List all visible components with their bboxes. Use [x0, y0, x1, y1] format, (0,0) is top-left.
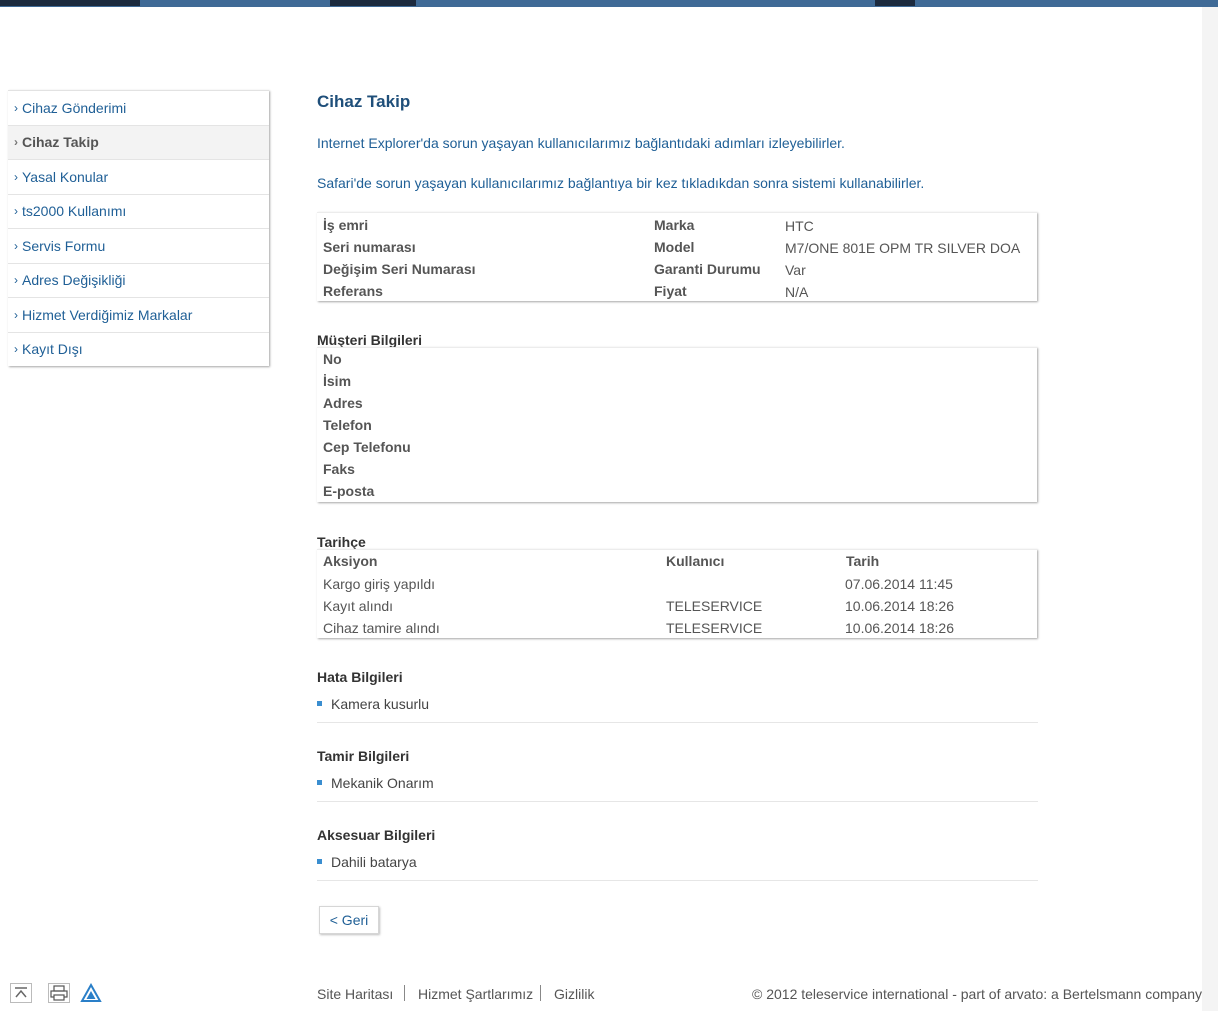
repair-section-title: Tamir Bilgileri	[317, 748, 410, 764]
model-value: M7/ONE 801E OPM TR SILVER DOA	[785, 240, 1021, 256]
footer-separator	[404, 985, 405, 1001]
price-label: Fiyat	[654, 283, 687, 299]
bullet-square-icon	[317, 779, 322, 785]
brand-label: Marka	[654, 217, 695, 233]
price-value: N/A	[785, 284, 809, 300]
footer-separator	[540, 985, 541, 1001]
divider	[317, 880, 1038, 881]
footer-link-privacy[interactable]: Gizlilik	[554, 986, 594, 1002]
accessory-item-text: Dahili batarya	[331, 854, 417, 870]
customer-address-label: Adres	[323, 395, 363, 411]
history-user: TELESERVICE	[666, 598, 763, 614]
history-section-title: Tarihçe	[317, 534, 366, 550]
customer-name-label: İsim	[323, 373, 352, 389]
accessory-section-title: Aksesuar Bilgileri	[317, 827, 436, 843]
ie-info-link[interactable]: Internet Explorer'da sorun yaşayan kulla…	[317, 135, 845, 151]
sidebar-item-cihaz-gonderimi[interactable]: › Cihaz Gönderimi	[8, 91, 269, 126]
chevron-right-icon: ›	[14, 135, 18, 150]
chevron-right-icon: ›	[14, 307, 18, 322]
browser-top-strip	[0, 0, 1218, 7]
customer-no-label: No	[323, 351, 342, 367]
history-action: Kargo giriş yapıldı	[323, 576, 436, 592]
order-info-box: İş emri Seri numarası Değişim Seri Numar…	[317, 212, 1037, 301]
chevron-right-icon: ›	[14, 169, 18, 184]
customer-info-box: No İsim Adres Telefon Cep Telefonu Faks …	[317, 347, 1037, 502]
model-label: Model	[654, 239, 695, 255]
customer-email-label: E-posta	[323, 483, 375, 499]
scroll-top-icon[interactable]	[10, 983, 32, 1003]
bullet-square-icon	[317, 700, 322, 706]
bullet-square-icon	[317, 858, 322, 864]
sidebar-item-ts2000[interactable]: › ts2000 Kullanımı	[8, 195, 269, 229]
history-header-user: Kullanıcı	[666, 553, 725, 569]
exchange-serial-label: Değişim Seri Numarası	[323, 261, 476, 277]
brand-value: HTC	[785, 218, 814, 234]
divider	[317, 722, 1038, 723]
sidebar-item-label: Hizmet Verdiğimiz Markalar	[22, 306, 193, 323]
sidebar-item-cihaz-takip[interactable]: › Cihaz Takip	[8, 125, 269, 160]
warranty-value: Var	[785, 262, 806, 278]
warranty-label: Garanti Durumu	[654, 261, 761, 277]
serial-label: Seri numarası	[323, 239, 416, 255]
order-label: İş emri	[323, 217, 369, 233]
copyright-text: © 2012 teleservice international - part …	[752, 986, 1202, 1002]
chevron-right-icon: ›	[14, 342, 18, 357]
sidebar-item-adres-degisikligi[interactable]: › Adres Değişikliği	[8, 264, 269, 298]
sidebar-item-markalar[interactable]: › Hizmet Verdiğimiz Markalar	[8, 298, 269, 333]
accessory-item: Dahili batarya	[317, 854, 1038, 870]
brand-logo-icon[interactable]	[80, 983, 102, 1003]
sidebar-item-label: ts2000 Kullanımı	[22, 203, 127, 220]
customer-fax-label: Faks	[323, 461, 355, 477]
print-icon[interactable]	[48, 983, 70, 1003]
sidebar-item-servis-formu[interactable]: › Servis Formu	[8, 229, 269, 264]
footer-link-terms[interactable]: Hizmet Şartlarımız	[418, 986, 533, 1002]
fault-section-title: Hata Bilgileri	[317, 669, 403, 685]
back-button[interactable]: < Geri	[319, 906, 379, 934]
history-date: 10.06.2014 18:26	[845, 598, 954, 614]
chevron-right-icon: ›	[14, 204, 18, 219]
history-table: Aksiyon Kullanıcı Tarih Kargo giriş yapı…	[317, 549, 1037, 638]
history-date: 10.06.2014 18:26	[845, 620, 954, 636]
page-title: Cihaz Takip	[317, 92, 411, 111]
chevron-right-icon: ›	[14, 100, 18, 115]
sidebar-nav: › Cihaz Gönderimi › Cihaz Takip › Yasal …	[8, 90, 269, 366]
sidebar-item-label: Yasal Konular	[22, 168, 109, 185]
sidebar-item-label: Adres Değişikliği	[22, 272, 126, 289]
repair-item: Mekanik Onarım	[317, 775, 1038, 791]
fault-item-text: Kamera kusurlu	[331, 696, 430, 712]
history-action: Cihaz tamire alındı	[323, 620, 440, 636]
divider	[317, 801, 1038, 802]
strip-segment	[330, 0, 416, 6]
customer-phone-label: Telefon	[323, 417, 372, 433]
right-gutter	[1202, 7, 1218, 1011]
history-header-action: Aksiyon	[323, 553, 378, 569]
customer-section-title: Müşteri Bilgileri	[317, 332, 423, 348]
sidebar-item-kayit-disi[interactable]: › Kayıt Dışı	[8, 333, 269, 367]
chevron-right-icon: ›	[14, 238, 18, 253]
history-header-date: Tarih	[846, 553, 880, 569]
chevron-right-icon: ›	[14, 273, 18, 288]
history-action: Kayıt alındı	[323, 598, 394, 614]
strip-segment	[875, 0, 915, 6]
reference-label: Referans	[323, 283, 383, 299]
repair-item-text: Mekanik Onarım	[331, 775, 434, 791]
fault-item: Kamera kusurlu	[317, 696, 1038, 712]
sidebar-item-label: Servis Formu	[22, 237, 106, 254]
safari-info-link[interactable]: Safari'de sorun yaşayan kullanıcılarımız…	[317, 175, 924, 191]
history-user: TELESERVICE	[666, 620, 763, 636]
sidebar-item-yasal-konular[interactable]: › Yasal Konular	[8, 160, 269, 195]
customer-mobile-label: Cep Telefonu	[323, 439, 411, 455]
footer-link-sitemap[interactable]: Site Haritası	[317, 986, 393, 1002]
sidebar-item-label: Cihaz Takip	[22, 134, 99, 151]
sidebar-item-label: Cihaz Gönderimi	[22, 99, 127, 116]
sidebar-item-label: Kayıt Dışı	[22, 341, 83, 358]
strip-segment	[0, 0, 140, 6]
history-date: 07.06.2014 11:45	[845, 576, 953, 592]
